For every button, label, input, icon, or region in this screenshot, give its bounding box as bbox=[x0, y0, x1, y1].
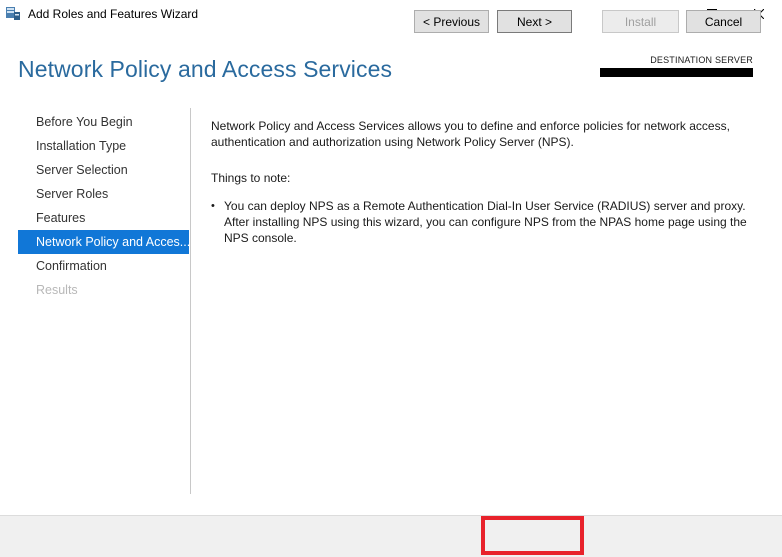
intro-text: Network Policy and Access Services allow… bbox=[211, 119, 730, 149]
sidebar-divider bbox=[190, 108, 191, 494]
notes-heading: Things to note: bbox=[211, 171, 291, 185]
list-item: • You can deploy NPS as a Remote Authent… bbox=[211, 198, 756, 246]
destination-server-value-redacted bbox=[600, 68, 753, 77]
bullet-icon: • bbox=[211, 200, 215, 212]
nav-item-server-selection[interactable]: Server Selection bbox=[18, 158, 189, 182]
nav-item-confirmation[interactable]: Confirmation bbox=[18, 254, 189, 278]
content-pane: Network Policy and Access Services allow… bbox=[211, 118, 756, 246]
window-title: Add Roles and Features Wizard bbox=[28, 7, 199, 21]
install-button: Install bbox=[602, 10, 679, 33]
server-manager-icon bbox=[6, 7, 20, 20]
wizard-footer bbox=[0, 515, 782, 557]
cancel-button[interactable]: Cancel bbox=[686, 10, 761, 33]
nav-item-features[interactable]: Features bbox=[18, 206, 189, 230]
next-button[interactable]: Next > bbox=[497, 10, 572, 33]
previous-button[interactable]: < Previous bbox=[414, 10, 489, 33]
bullet-text: You can deploy NPS as a Remote Authentic… bbox=[224, 199, 747, 245]
nav-item-network-policy-and-access[interactable]: Network Policy and Acces... bbox=[18, 230, 189, 254]
destination-server-label: DESTINATION SERVER bbox=[650, 55, 753, 65]
nav-item-results: Results bbox=[36, 283, 78, 297]
nav-item-installation-type[interactable]: Installation Type bbox=[18, 134, 189, 158]
nav-item-before-you-begin[interactable]: Before You Begin bbox=[18, 110, 189, 134]
page-title: Network Policy and Access Services bbox=[18, 56, 393, 82]
wizard-navigation: Before You Begin Installation Type Serve… bbox=[18, 110, 189, 302]
nav-item-server-roles[interactable]: Server Roles bbox=[18, 182, 189, 206]
